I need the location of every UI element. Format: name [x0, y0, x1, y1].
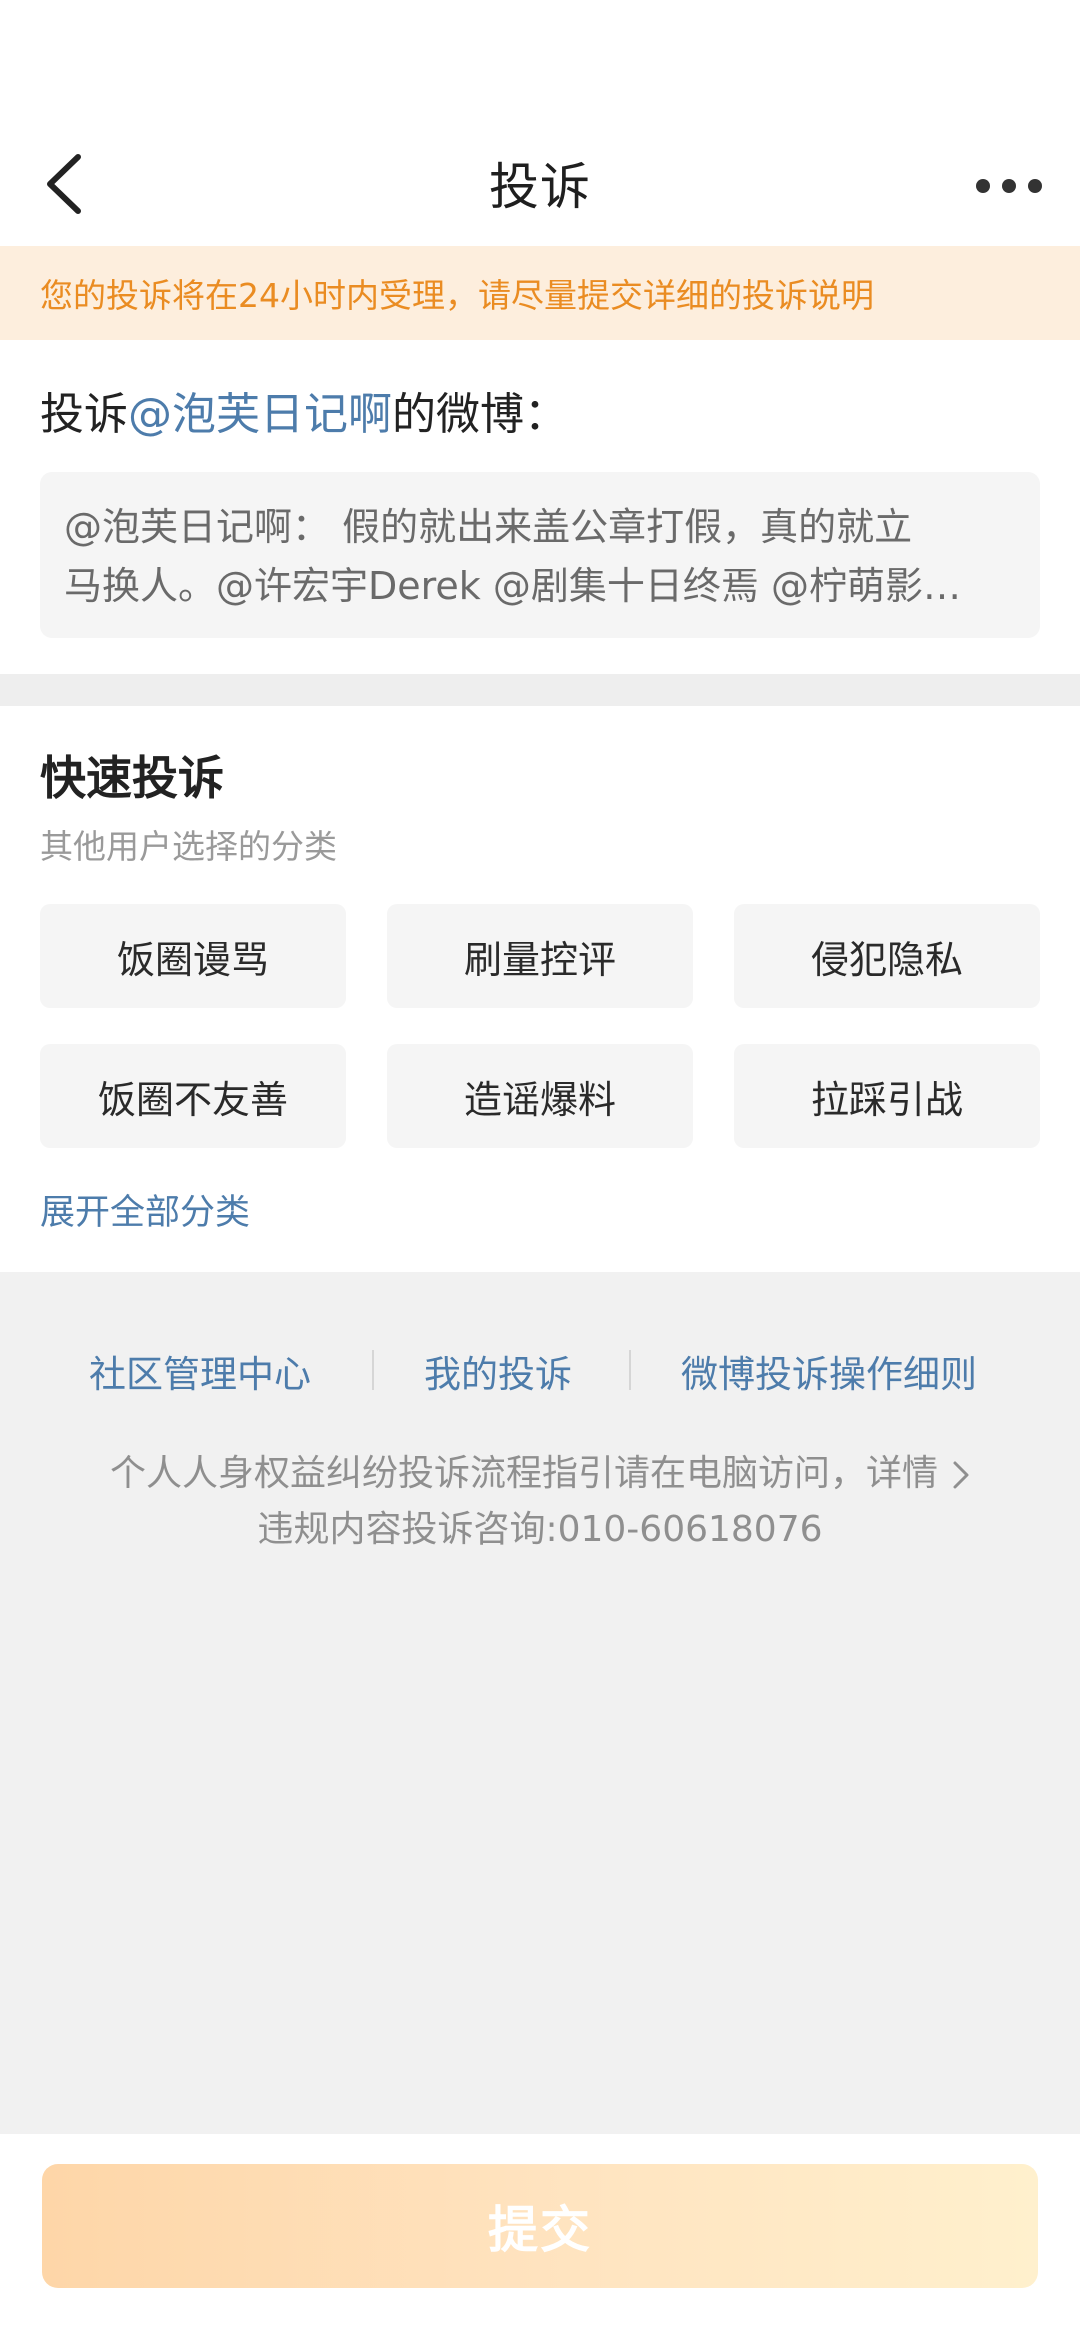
complaint-page: 投诉 您的投诉将在24小时内受理，请尽量提交详细的投诉说明 投诉@泡芙日记啊的微… — [0, 0, 1080, 2330]
chevron-left-icon — [47, 154, 81, 214]
guide-row[interactable]: 个人人身权益纠纷投诉流程指引请在电脑访问，详情 — [0, 1444, 1080, 1496]
quote-line-1: @泡芙日记啊： 假的就出来盖公章打假，真的就立 — [64, 505, 913, 549]
category-button-rumor[interactable]: 造谣爆料 — [387, 1044, 693, 1148]
expand-all-categories-link[interactable]: 展开全部分类 — [40, 1184, 250, 1235]
notice-text: 您的投诉将在24小时内受理，请尽量提交详细的投诉说明 — [40, 276, 874, 315]
footer-area — [0, 1272, 1080, 2134]
consult-phone-text: 违规内容投诉咨询:010-60618076 — [257, 1509, 823, 1550]
category-button-privacy[interactable]: 侵犯隐私 — [734, 904, 1040, 1008]
community-center-link[interactable]: 社区管理中心 — [89, 1344, 311, 1398]
category-button-fan-unfriendly[interactable]: 饭圈不友善 — [40, 1044, 346, 1148]
complaint-rules-link[interactable]: 微博投诉操作细则 — [681, 1344, 977, 1398]
category-button-fan-abuse[interactable]: 饭圈谩骂 — [40, 904, 346, 1008]
target-suffix: 的微博： — [392, 389, 568, 440]
chevron-right-icon — [953, 1461, 969, 1489]
weibo-quote-box: @泡芙日记啊： 假的就出来盖公章打假，真的就立 马换人。@许宏宇Derek @剧… — [40, 472, 1040, 638]
target-user-link[interactable]: @泡芙日记啊 — [128, 389, 392, 440]
page-title: 投诉 — [489, 158, 591, 216]
more-button[interactable] — [964, 148, 1054, 224]
footer-divider — [629, 1350, 631, 1390]
my-complaints-link[interactable]: 我的投诉 — [424, 1344, 572, 1398]
quick-complaint-title: 快速投诉 — [40, 751, 224, 805]
quick-complaint-subtitle: 其他用户选择的分类 — [40, 827, 337, 866]
section-divider — [0, 674, 1080, 706]
notice-banner: 您的投诉将在24小时内受理，请尽量提交详细的投诉说明 — [0, 246, 1080, 340]
back-button[interactable] — [26, 146, 102, 222]
quote-line-2: 马换人。@许宏宇Derek @剧集十日终焉 @柠萌影… — [64, 564, 961, 608]
submit-button[interactable]: 提交 — [42, 2164, 1038, 2288]
category-button-fake-traffic[interactable]: 刷量控评 — [387, 904, 693, 1008]
guide-text: 个人人身权益纠纷投诉流程指引请在电脑访问，详情 — [109, 1453, 938, 1494]
category-button-provoke[interactable]: 拉踩引战 — [734, 1044, 1040, 1148]
target-prefix: 投诉 — [40, 389, 128, 440]
footer-divider — [372, 1350, 374, 1390]
header-bar: 投诉 — [0, 120, 1080, 246]
more-horizontal-icon — [976, 179, 1042, 193]
complaint-target-heading: 投诉@泡芙日记啊的微博： — [40, 378, 568, 442]
